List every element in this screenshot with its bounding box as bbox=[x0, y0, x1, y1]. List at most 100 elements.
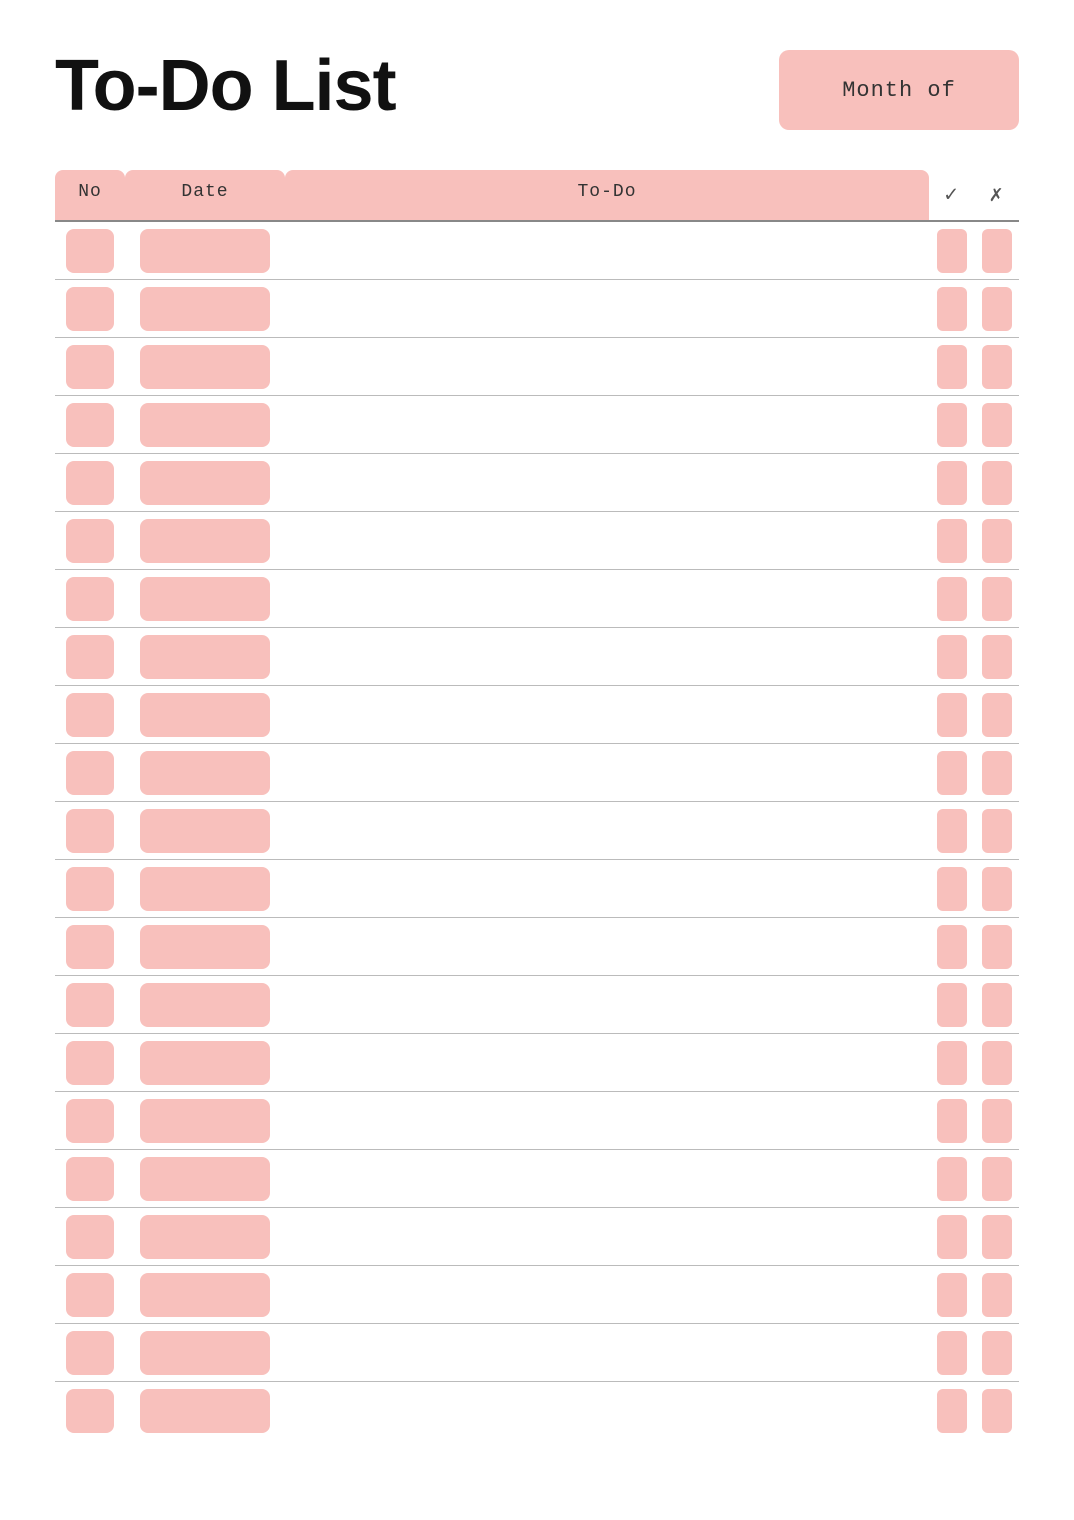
date-cell bbox=[125, 744, 285, 801]
check-box bbox=[937, 577, 967, 621]
check-box bbox=[937, 983, 967, 1027]
todo-cell[interactable] bbox=[285, 686, 929, 743]
cross-box bbox=[982, 403, 1012, 447]
cross-cell bbox=[974, 976, 1019, 1033]
table-row bbox=[55, 1150, 1019, 1208]
cross-cell bbox=[974, 1092, 1019, 1149]
check-box bbox=[937, 867, 967, 911]
todo-cell[interactable] bbox=[285, 860, 929, 917]
check-box bbox=[937, 461, 967, 505]
todo-cell[interactable] bbox=[285, 512, 929, 569]
date-box bbox=[140, 635, 270, 679]
todo-cell[interactable] bbox=[285, 338, 929, 395]
date-box bbox=[140, 229, 270, 273]
cross-box bbox=[982, 983, 1012, 1027]
check-box bbox=[937, 229, 967, 273]
date-box bbox=[140, 809, 270, 853]
todo-cell[interactable] bbox=[285, 1034, 929, 1091]
no-box bbox=[66, 1099, 114, 1143]
date-cell bbox=[125, 1034, 285, 1091]
table-row bbox=[55, 570, 1019, 628]
check-cell bbox=[929, 1092, 974, 1149]
date-cell bbox=[125, 1382, 285, 1440]
check-box bbox=[937, 1215, 967, 1259]
cross-box bbox=[982, 809, 1012, 853]
date-cell bbox=[125, 396, 285, 453]
table-row bbox=[55, 1324, 1019, 1382]
todo-cell[interactable] bbox=[285, 1150, 929, 1207]
todo-cell[interactable] bbox=[285, 454, 929, 511]
cross-box bbox=[982, 229, 1012, 273]
todo-cell[interactable] bbox=[285, 918, 929, 975]
todo-cell[interactable] bbox=[285, 280, 929, 337]
no-box bbox=[66, 1157, 114, 1201]
check-box bbox=[937, 345, 967, 389]
cross-cell bbox=[974, 1150, 1019, 1207]
todo-cell[interactable] bbox=[285, 1266, 929, 1323]
col-header-date: Date bbox=[125, 170, 285, 220]
check-cell bbox=[929, 222, 974, 279]
cross-box bbox=[982, 1331, 1012, 1375]
todo-cell[interactable] bbox=[285, 570, 929, 627]
todo-cell[interactable] bbox=[285, 976, 929, 1033]
no-cell bbox=[55, 802, 125, 859]
date-cell bbox=[125, 1150, 285, 1207]
no-box bbox=[66, 635, 114, 679]
check-box bbox=[937, 519, 967, 563]
date-cell bbox=[125, 918, 285, 975]
todo-cell[interactable] bbox=[285, 1208, 929, 1265]
date-box bbox=[140, 1389, 270, 1433]
cross-cell bbox=[974, 222, 1019, 279]
cross-box bbox=[982, 519, 1012, 563]
cross-cell bbox=[974, 280, 1019, 337]
date-cell bbox=[125, 1208, 285, 1265]
check-box bbox=[937, 693, 967, 737]
table-row bbox=[55, 686, 1019, 744]
no-cell bbox=[55, 512, 125, 569]
no-cell bbox=[55, 338, 125, 395]
todo-cell[interactable] bbox=[285, 1092, 929, 1149]
date-cell bbox=[125, 512, 285, 569]
table-row bbox=[55, 280, 1019, 338]
todo-cell[interactable] bbox=[285, 744, 929, 801]
no-cell bbox=[55, 744, 125, 801]
check-cell bbox=[929, 860, 974, 917]
no-box bbox=[66, 229, 114, 273]
check-cell bbox=[929, 1324, 974, 1381]
cross-cell bbox=[974, 570, 1019, 627]
table-row bbox=[55, 802, 1019, 860]
check-box bbox=[937, 287, 967, 331]
table-row bbox=[55, 1382, 1019, 1440]
cross-cell bbox=[974, 1266, 1019, 1323]
no-cell bbox=[55, 396, 125, 453]
page-title: To-Do List bbox=[55, 50, 396, 122]
date-box bbox=[140, 867, 270, 911]
no-box bbox=[66, 577, 114, 621]
cross-cell bbox=[974, 860, 1019, 917]
date-cell bbox=[125, 860, 285, 917]
todo-cell[interactable] bbox=[285, 1382, 929, 1440]
todo-cell[interactable] bbox=[285, 222, 929, 279]
todo-cell[interactable] bbox=[285, 1324, 929, 1381]
no-cell bbox=[55, 686, 125, 743]
date-box bbox=[140, 345, 270, 389]
check-box bbox=[937, 925, 967, 969]
cross-cell bbox=[974, 454, 1019, 511]
check-box bbox=[937, 809, 967, 853]
cross-box bbox=[982, 1041, 1012, 1085]
no-box bbox=[66, 983, 114, 1027]
no-box bbox=[66, 809, 114, 853]
month-box[interactable]: Month of bbox=[779, 50, 1019, 130]
table-row bbox=[55, 338, 1019, 396]
todo-table: No Date To-Do ✓ ✗ bbox=[55, 170, 1019, 1440]
todo-cell[interactable] bbox=[285, 396, 929, 453]
todo-cell[interactable] bbox=[285, 628, 929, 685]
no-cell bbox=[55, 1092, 125, 1149]
check-cell bbox=[929, 1266, 974, 1323]
no-cell bbox=[55, 570, 125, 627]
check-box bbox=[937, 1331, 967, 1375]
date-box bbox=[140, 1331, 270, 1375]
cross-box bbox=[982, 577, 1012, 621]
table-header-row: No Date To-Do ✓ ✗ bbox=[55, 170, 1019, 220]
todo-cell[interactable] bbox=[285, 802, 929, 859]
